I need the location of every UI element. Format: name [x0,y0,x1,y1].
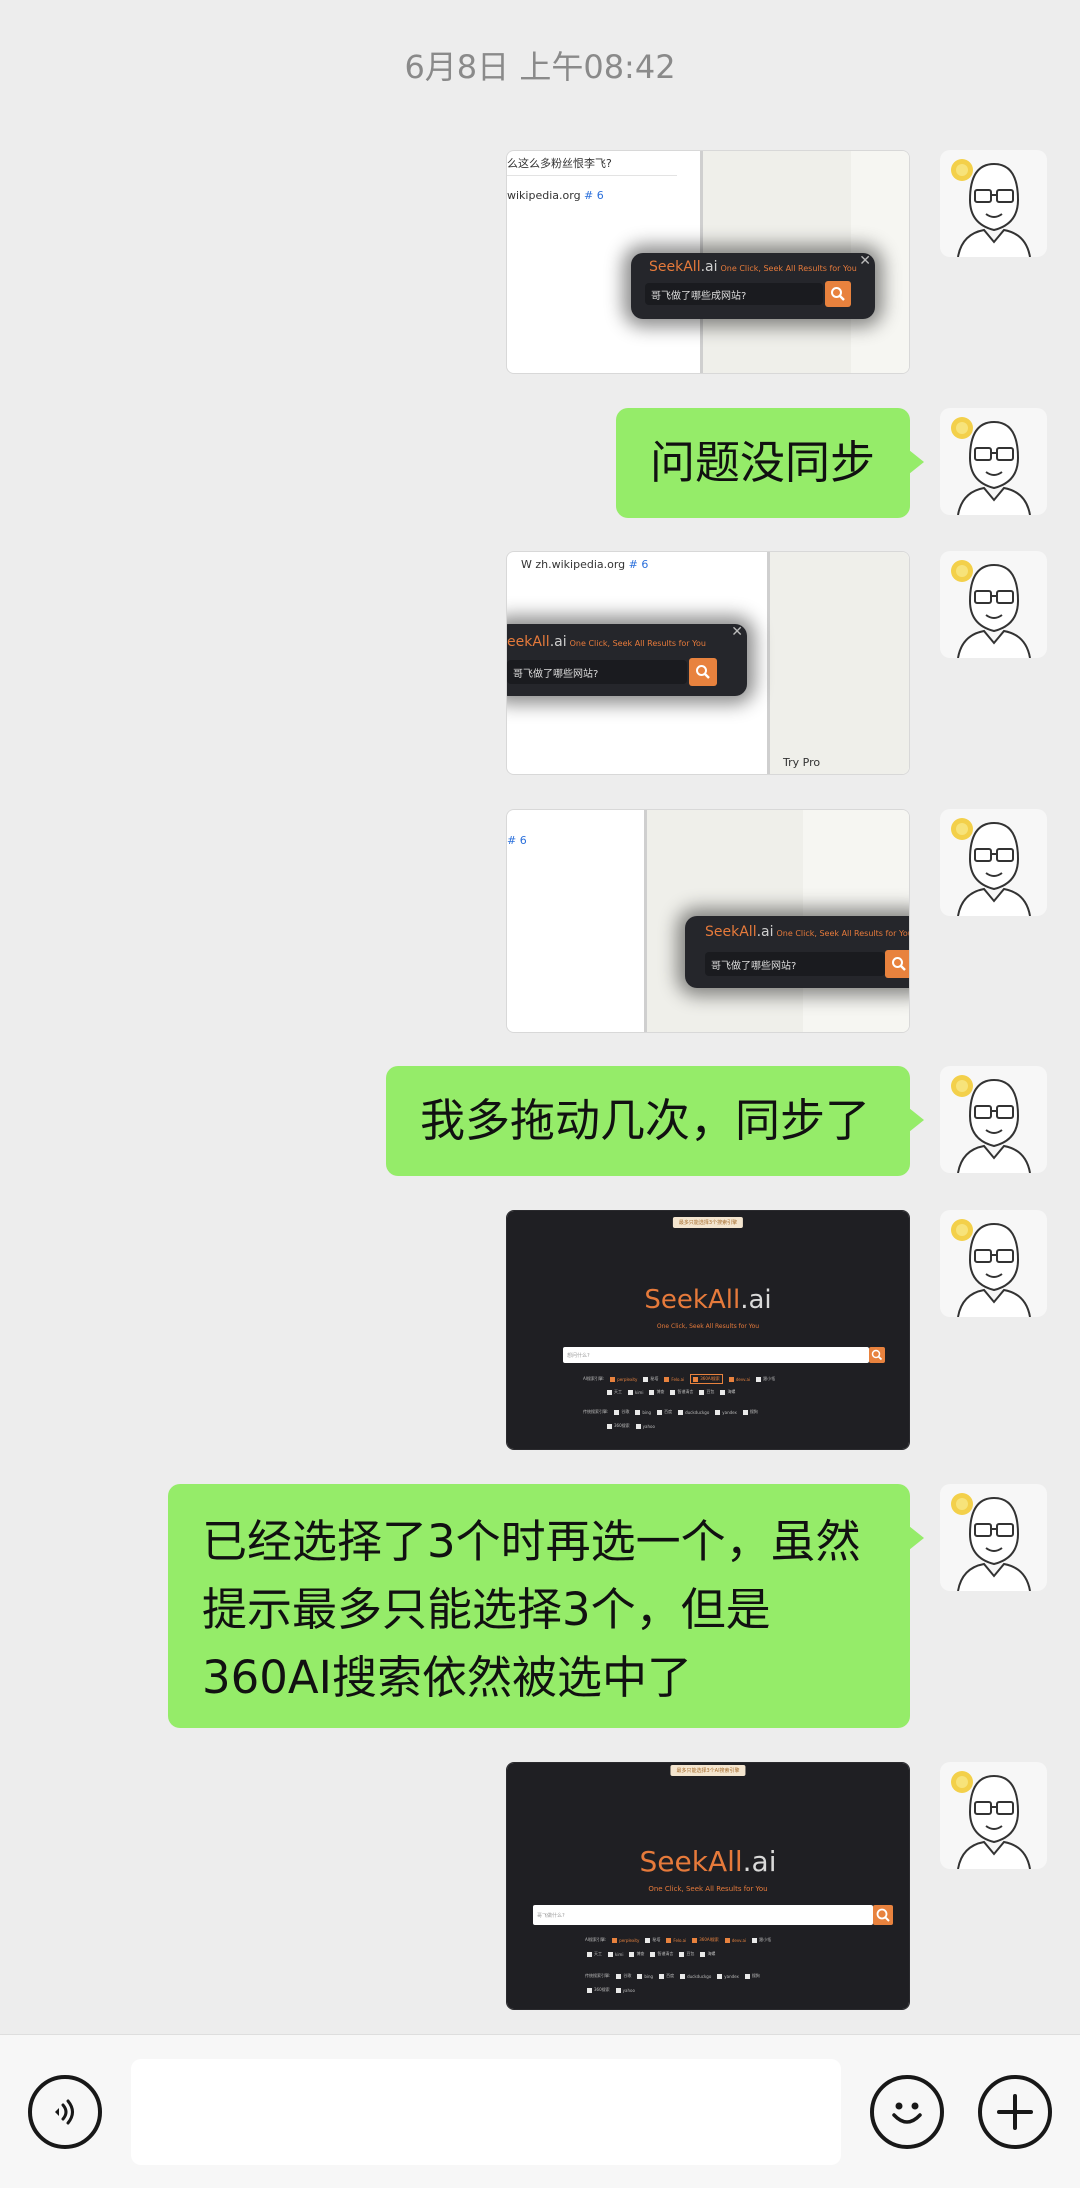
close-icon: ✕ [731,624,743,640]
seekall-logo: SeekAll.ai [639,1845,777,1878]
screenshot-hash: # 6 [507,834,527,847]
search-icon [869,1347,885,1363]
search-icon [689,658,717,686]
avatar[interactable] [940,1210,1047,1317]
seekall-logo: SeekAll.ai [644,1285,772,1315]
screenshot-domain: wikipedia.org # 6 [507,189,604,202]
image-message-8[interactable]: 最多只能选择3个AI搜索引擎 SeekAll.ai One Click, See… [506,1762,910,2010]
seekall-homepage: 最多只能选择3个搜索引擎 SeekAll.ai One Click, Seek … [507,1211,909,1449]
avatar[interactable] [940,1484,1047,1591]
search-engine-row: 传统搜索引擎: 谷歌 bing 百度 duckduckgo yandex 搜狗 [583,1409,758,1415]
ai-engine-row: 天工 kimi 博查 智谱清言 豆包 海螺 [607,1389,735,1395]
image-message-3[interactable]: W zh.wikipedia.org # 6 eekAll.ai One Clic… [506,551,910,775]
try-pro-text: Try Pro [783,756,821,769]
chat-input-bar [0,2034,1080,2188]
emoji-icon[interactable] [870,2075,944,2149]
avatar[interactable] [940,408,1047,515]
message-bubble[interactable]: 已经选择了3个时再选一个，虽然 提示最多只能选择3个，但是 360AI搜索依然被… [168,1484,924,1728]
screenshot-domain: W zh.wikipedia.org # 6 [521,558,649,571]
avatar[interactable] [940,551,1047,658]
avatar[interactable] [940,150,1047,257]
ai-engine-row: AI搜索引擎: perplexity 秘塔 Felo.ai 360AI搜索 de… [585,1937,772,1943]
message-line: 360AI搜索依然被选中了 [202,1651,692,1704]
screenshot-text: 么这么多粉丝恨李飞? [507,157,612,170]
ai-engine-row: 天工 kimi 博查 智谱清言 豆包 海螺 [587,1951,715,1957]
image-message-1[interactable]: 么这么多粉丝恨李飞? wikipedia.org # 6 SeekAll.ai O… [506,150,910,374]
search-icon [885,950,909,978]
image-message-4[interactable]: # 6 SeekAll.ai One Click, Seek All Result… [506,809,910,1033]
message-line: 提示最多只能选择3个，但是 [202,1583,771,1636]
voice-icon[interactable] [28,2075,102,2149]
search-icon [825,281,851,307]
avatar[interactable] [940,809,1047,916]
avatar[interactable] [940,1066,1047,1173]
image-message-6[interactable]: 最多只能选择3个搜索引擎 SeekAll.ai One Click, Seek … [506,1210,910,1450]
avatar[interactable] [940,1762,1047,1869]
seekall-popup: eekAll.ai One Click, Seek All Results for… [507,624,747,696]
seekall-homepage: 最多只能选择3个AI搜索引擎 SeekAll.ai One Click, See… [507,1763,909,2009]
ai-engine-row: AI搜索引擎: perplexity 秘塔 Felo.ai 360AI搜索 de… [583,1374,775,1384]
search-engine-row: 传统搜索引擎: 谷歌 bing 百度 duckduckgo yandex 搜狗 [585,1973,760,1979]
message-input[interactable] [131,2059,841,2165]
message-line: 已经选择了3个时再选一个，虽然 [202,1515,861,1568]
search-engine-row: 360搜索 yahoo [607,1423,655,1429]
message-bubble[interactable]: 问题没同步 [616,408,924,518]
message-bubble[interactable]: 我多拖动几次，同步了 [386,1066,924,1176]
close-icon: ✕ [859,253,871,269]
seekall-popup: SeekAll.ai One Click, Seek All Results fo… [631,253,875,319]
seekall-popup: SeekAll.ai One Click, Seek All Results fo… [685,916,909,988]
plus-icon[interactable] [978,2075,1052,2149]
chat-timestamp: 6月8日 上午08:42 [404,48,676,86]
search-icon [873,1905,893,1925]
search-engine-row: 360搜索 yahoo [587,1987,635,1993]
